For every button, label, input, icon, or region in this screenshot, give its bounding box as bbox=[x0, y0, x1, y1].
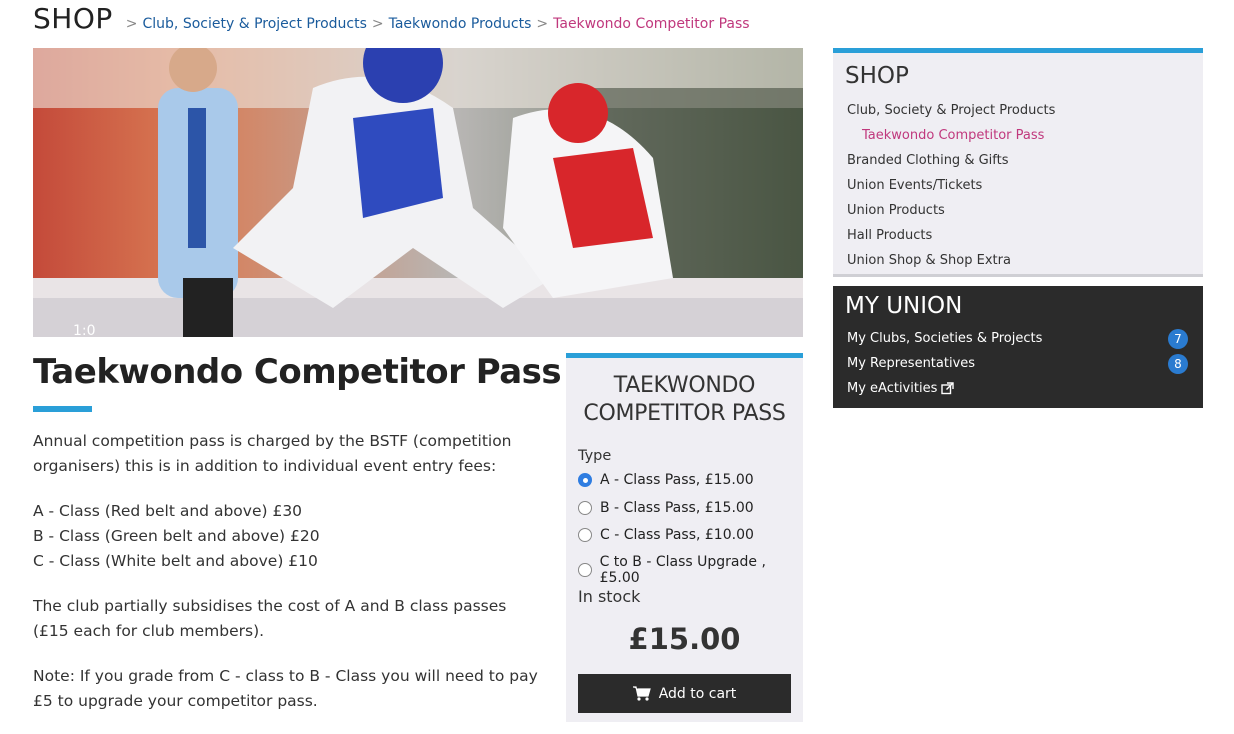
product-title: Taekwondo Competitor Pass bbox=[33, 352, 562, 392]
external-link-icon bbox=[941, 382, 955, 395]
sidebar-item-club-society[interactable]: Club, Society & Project Products bbox=[847, 103, 1055, 118]
breadcrumb: > Club, Society & Project Products > Tae… bbox=[121, 16, 750, 32]
subsidy-paragraph: The club partially subsidises the cost o… bbox=[33, 597, 507, 640]
page-title: SHOP bbox=[33, 2, 113, 35]
purchase-panel-title: TAEKWONDO COMPETITOR PASS bbox=[566, 372, 803, 428]
sidebar-item-union-events[interactable]: Union Events/Tickets bbox=[847, 178, 982, 193]
representatives-count-badge: 8 bbox=[1168, 354, 1188, 374]
class-c-price: C - Class (White belt and above) £10 bbox=[33, 552, 318, 570]
union-item-representatives[interactable]: My Representatives bbox=[847, 356, 975, 371]
breadcrumb-separator: > bbox=[371, 16, 384, 32]
option-upgrade[interactable]: C to B - Class Upgrade , £5.00 bbox=[578, 554, 803, 586]
sidebar-item-union-products[interactable]: Union Products bbox=[847, 203, 945, 218]
add-to-cart-label: Add to cart bbox=[658, 685, 737, 702]
class-b-price: B - Class (Green belt and above) £20 bbox=[33, 527, 320, 545]
breadcrumb-current: Taekwondo Competitor Pass bbox=[553, 16, 750, 32]
option-a-class[interactable]: A - Class Pass, £15.00 bbox=[578, 472, 754, 488]
description-paragraph: Annual competition pass is charged by th… bbox=[33, 432, 512, 475]
type-label: Type bbox=[578, 448, 612, 464]
my-union-heading: MY UNION bbox=[845, 293, 963, 319]
purchase-title-line1: TAEKWONDO bbox=[613, 373, 756, 398]
product-hero-image: 1:0 bbox=[33, 48, 803, 337]
upgrade-note: Note: If you grade from C - class to B -… bbox=[33, 667, 538, 710]
svg-text:1:0: 1:0 bbox=[73, 323, 96, 337]
radio-button[interactable] bbox=[578, 563, 592, 577]
eactivities-label: My eActivities bbox=[847, 381, 938, 396]
option-label: C to B - Class Upgrade , £5.00 bbox=[599, 554, 766, 586]
class-a-price: A - Class (Red belt and above) £30 bbox=[33, 502, 303, 520]
option-label: A - Class Pass, £15.00 bbox=[600, 472, 754, 488]
product-price: £15.00 bbox=[628, 622, 741, 656]
option-label: B - Class Pass, £15.00 bbox=[600, 500, 754, 516]
breadcrumb-link-club-society[interactable]: Club, Society & Project Products bbox=[143, 16, 367, 32]
my-union-panel: MY UNION My Clubs, Societies & Projects … bbox=[833, 286, 1203, 408]
option-c-class[interactable]: C - Class Pass, £10.00 bbox=[578, 527, 754, 543]
cart-icon bbox=[632, 686, 651, 701]
union-item-clubs[interactable]: My Clubs, Societies & Projects bbox=[847, 331, 1042, 346]
breadcrumb-link-taekwondo-products[interactable]: Taekwondo Products bbox=[389, 16, 532, 32]
breadcrumb-separator: > bbox=[536, 16, 549, 32]
option-label: C - Class Pass, £10.00 bbox=[600, 527, 754, 543]
page-header: SHOP > Club, Society & Project Products … bbox=[33, 2, 750, 38]
sidebar-item-branded-clothing[interactable]: Branded Clothing & Gifts bbox=[847, 153, 1009, 168]
sidebar-shop-heading: SHOP bbox=[845, 63, 909, 89]
sidebar-shop-panel: SHOP Club, Society & Project Products Ta… bbox=[833, 48, 1203, 277]
clubs-count-badge: 7 bbox=[1168, 329, 1188, 349]
title-underline bbox=[33, 406, 92, 412]
purchase-title-line2: COMPETITOR PASS bbox=[583, 401, 786, 426]
sidebar-item-hall-products[interactable]: Hall Products bbox=[847, 228, 932, 243]
sidebar-item-union-shop[interactable]: Union Shop & Shop Extra bbox=[847, 253, 1011, 268]
product-description: Annual competition pass is charged by th… bbox=[33, 429, 543, 734]
stock-status: In stock bbox=[578, 587, 641, 606]
add-to-cart-button[interactable]: Add to cart bbox=[578, 674, 791, 713]
radio-button[interactable] bbox=[578, 528, 592, 542]
purchase-panel: TAEKWONDO COMPETITOR PASS Type A - Class… bbox=[566, 353, 803, 722]
breadcrumb-separator: > bbox=[125, 16, 138, 32]
union-item-eactivities[interactable]: My eActivities bbox=[847, 381, 955, 396]
radio-button[interactable] bbox=[578, 501, 592, 515]
radio-button-selected[interactable] bbox=[578, 473, 592, 487]
option-b-class[interactable]: B - Class Pass, £15.00 bbox=[578, 500, 754, 516]
sidebar-item-taekwondo-pass[interactable]: Taekwondo Competitor Pass bbox=[862, 128, 1044, 143]
